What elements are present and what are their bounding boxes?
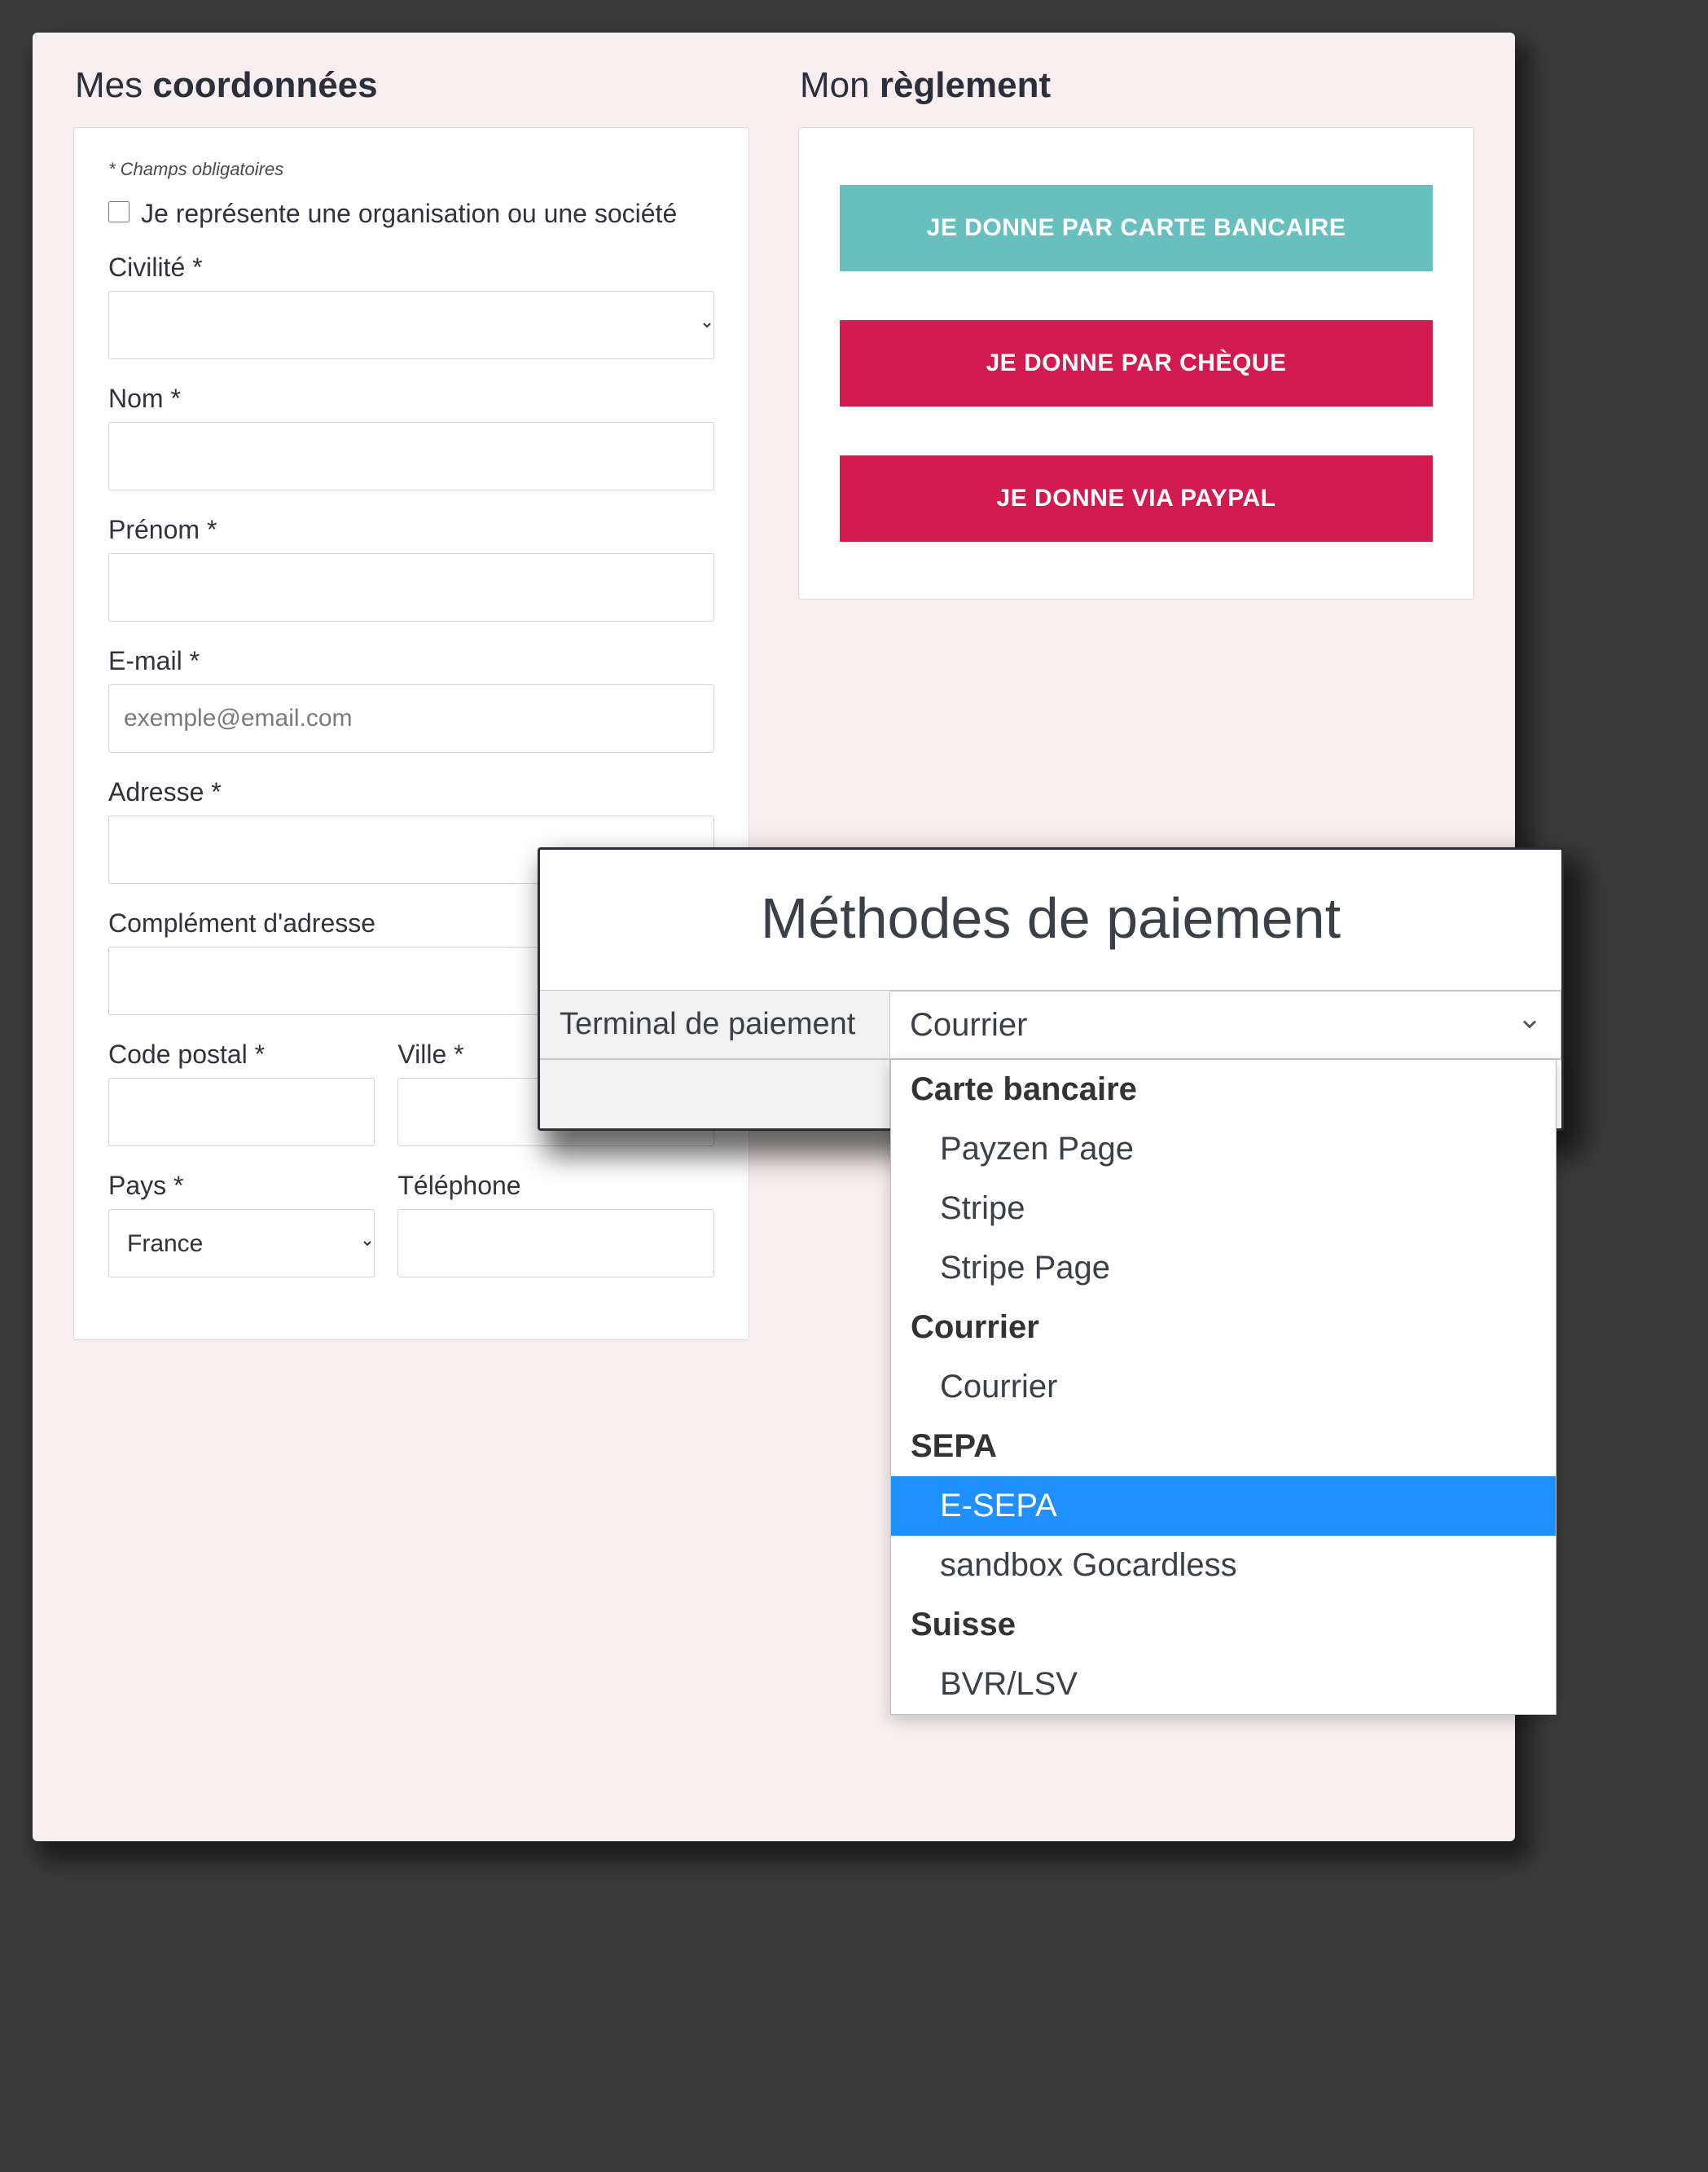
terminal-row: Terminal de paiement Courrier Carte banc… [540,990,1561,1059]
dropdown-group: Courrier [891,1298,1556,1357]
payment-methods-popup: Méthodes de paiement Terminal de paiemen… [538,847,1564,1131]
postal-label: Code postal * [108,1040,375,1070]
lastname-label: Nom * [108,384,714,414]
contact-details-title: Mes coordonnées [75,65,749,106]
terminal-select[interactable]: Courrier [890,991,1561,1059]
address-label: Adresse * [108,777,714,807]
dropdown-group: Carte bancaire [891,1060,1556,1119]
required-fields-note: * Champs obligatoires [108,159,714,180]
pay-by-card-button[interactable]: JE DONNE PAR CARTE BANCAIRE [840,185,1433,271]
postal-input[interactable] [108,1078,375,1146]
email-input[interactable] [108,684,714,753]
title-bold-part: coordonnées [152,65,377,105]
civility-select[interactable] [108,291,714,359]
firstname-label: Prénom * [108,515,714,545]
dropdown-item[interactable]: Courrier [891,1357,1556,1417]
dropdown-item[interactable]: sandbox Gocardless [891,1536,1556,1595]
terminal-dropdown[interactable]: Carte bancairePayzen PageStripeStripe Pa… [890,1059,1557,1715]
title-light-part-2: Mon [800,65,880,105]
dropdown-item[interactable]: Stripe [891,1179,1556,1238]
chevron-down-icon [1518,1007,1541,1044]
civility-label: Civilité * [108,253,714,283]
dropdown-group: Suisse [891,1595,1556,1655]
lastname-input[interactable] [108,422,714,490]
organisation-checkbox[interactable] [108,201,130,222]
dropdown-item[interactable]: E-SEPA [891,1476,1556,1536]
payment-methods-title: Méthodes de paiement [540,850,1561,990]
dropdown-item[interactable]: Payzen Page [891,1119,1556,1179]
title-light-part: Mes [75,65,152,105]
phone-label: Téléphone [397,1171,714,1201]
pay-by-cheque-button[interactable]: JE DONNE PAR CHÈQUE [840,320,1433,407]
terminal-label: Terminal de paiement [540,991,890,1059]
dropdown-group: SEPA [891,1417,1556,1476]
email-label: E-mail * [108,646,714,676]
organisation-checkbox-label[interactable]: Je représente une organisation ou une so… [141,196,677,231]
phone-input[interactable] [397,1209,714,1277]
contact-details-card: * Champs obligatoires Je représente une … [73,127,749,1340]
dropdown-item[interactable]: BVR/LSV [891,1655,1556,1714]
pay-by-paypal-button[interactable]: JE DONNE VIA PAYPAL [840,455,1433,542]
firstname-input[interactable] [108,553,714,622]
payment-options-card: JE DONNE PAR CARTE BANCAIRE JE DONNE PAR… [798,127,1474,600]
dropdown-item[interactable]: Stripe Page [891,1238,1556,1298]
country-select[interactable]: France [108,1209,375,1277]
title-bold-part-2: règlement [880,65,1051,105]
payment-title: Mon règlement [800,65,1474,106]
terminal-select-value: Courrier [910,1007,1027,1044]
country-label: Pays * [108,1171,375,1201]
